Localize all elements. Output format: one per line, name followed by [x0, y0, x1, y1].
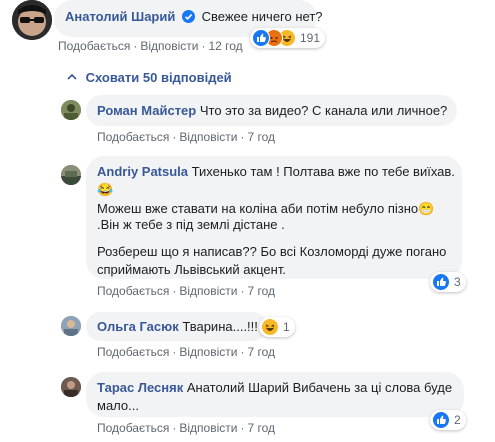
reply-bubble: Ольга Гасюк Тварина....!!!	[86, 312, 267, 341]
haha-reaction-icon	[261, 318, 279, 336]
like-reaction-icon	[252, 29, 270, 47]
timestamp[interactable]: 12 год	[208, 39, 242, 53]
reply-author[interactable]: Andriy Patsula	[97, 164, 188, 179]
like-reaction-icon	[432, 411, 450, 429]
reply-meta: Подобається · Відповісти · 7 год	[97, 345, 275, 359]
reply-meta: Подобається · Відповісти · 7 год	[97, 421, 275, 435]
reply-author[interactable]: Тарас Лесняк	[97, 380, 183, 395]
reaction-count: 3	[454, 275, 461, 289]
avatar-photo-image	[61, 316, 81, 336]
reply-text-line: .Він ж тебе з під землі дістане .	[97, 217, 285, 232]
reply-link[interactable]: Відповісти	[179, 284, 237, 298]
reply-meta: Подобається · Відповісти · 7 год	[97, 130, 275, 144]
reply-text-line: мало...	[97, 398, 139, 413]
timestamp[interactable]: 7 год	[247, 130, 275, 144]
main-comment-author[interactable]: Анатолий Шарий	[65, 9, 175, 24]
separator: ·	[240, 284, 245, 298]
like-link[interactable]: Подобається	[58, 39, 130, 53]
reply-bubble: Andriy Patsula Тихенько там ! Полтава вж…	[86, 156, 462, 279]
chevron-up-icon	[66, 70, 78, 80]
like-link[interactable]: Подобається	[97, 345, 169, 359]
timestamp[interactable]: 7 год	[247, 284, 275, 298]
reply-text-line: 😂	[97, 182, 114, 197]
reply-reactions[interactable]: 3	[430, 272, 466, 292]
like-link[interactable]: Подобається	[97, 130, 169, 144]
reply-meta: Подобається · Відповісти · 7 год	[97, 284, 275, 298]
separator: ·	[201, 39, 206, 53]
reply-text-line	[97, 233, 455, 244]
reply-text-line: Тихенько там ! Полтава вже по тебе виїха…	[191, 164, 455, 179]
reaction-count: 1	[283, 320, 290, 334]
avatar-reply[interactable]	[61, 165, 81, 185]
verified-check-icon	[181, 10, 195, 23]
timestamp[interactable]: 7 год	[247, 421, 275, 435]
like-link[interactable]: Подобається	[97, 284, 169, 298]
reply-bubble: Тарас Лесняк Анатолий Шарий Вибачень за …	[86, 372, 464, 417]
separator: ·	[133, 39, 138, 53]
separator: ·	[172, 130, 177, 144]
main-comment-text: Свежее ничего нет?	[201, 9, 323, 24]
reply-link[interactable]: Відповісти	[140, 39, 198, 53]
timestamp[interactable]: 7 год	[247, 345, 275, 359]
reply-bubble: Роман Майстер Что это за видео? С канала…	[86, 95, 457, 126]
reaction-count: 191	[300, 31, 321, 45]
reply-text-line: сприймають Львівський акцент.	[97, 262, 286, 277]
reply-text-line: Можеш вже ставати на коліна аби потім не…	[97, 201, 435, 216]
separator: ·	[240, 421, 245, 435]
reply-text-line: Анатолий Шарий Вибачень за ці слова буде	[186, 380, 453, 395]
reply-author[interactable]: Ольга Гасюк	[97, 319, 179, 334]
avatar-photo-image	[61, 377, 81, 397]
separator: ·	[172, 421, 177, 435]
avatar-photo-image	[61, 100, 81, 120]
separator: ·	[240, 345, 245, 359]
reply-text: Что это за видео? С канала или личное?	[199, 103, 448, 118]
main-comment-meta: Подобається · Відповісти · 12 год	[58, 39, 243, 53]
reply-author[interactable]: Роман Майстер	[97, 103, 196, 118]
reply-link[interactable]: Відповісти	[179, 421, 237, 435]
separator: ·	[172, 345, 177, 359]
avatar-photo-image	[61, 165, 81, 185]
like-reaction-icon	[432, 273, 450, 291]
main-reactions[interactable]: 191	[250, 28, 326, 48]
avatar-reply[interactable]	[61, 100, 81, 120]
reply-reactions[interactable]: 2	[430, 410, 466, 430]
hide-replies-label: Сховати 50 відповідей	[85, 70, 232, 85]
avatar-main[interactable]	[12, 0, 52, 40]
reply-text: Тварина....!!!	[182, 319, 258, 334]
reaction-count: 2	[454, 413, 461, 427]
separator: ·	[240, 130, 245, 144]
reply-link[interactable]: Відповісти	[179, 130, 237, 144]
like-link[interactable]: Подобається	[97, 421, 169, 435]
hide-replies-link[interactable]: Сховати 50 відповідей	[66, 70, 232, 85]
avatar-reply[interactable]	[61, 377, 81, 397]
avatar-reply[interactable]	[61, 316, 81, 336]
separator: ·	[172, 284, 177, 298]
avatar-glasses-image	[12, 0, 52, 40]
reply-reactions[interactable]: 1	[259, 317, 295, 337]
reply-link[interactable]: Відповісти	[179, 345, 237, 359]
reply-text-line: Розбереш що я написав?? Бо всі Козломорд…	[97, 244, 447, 259]
